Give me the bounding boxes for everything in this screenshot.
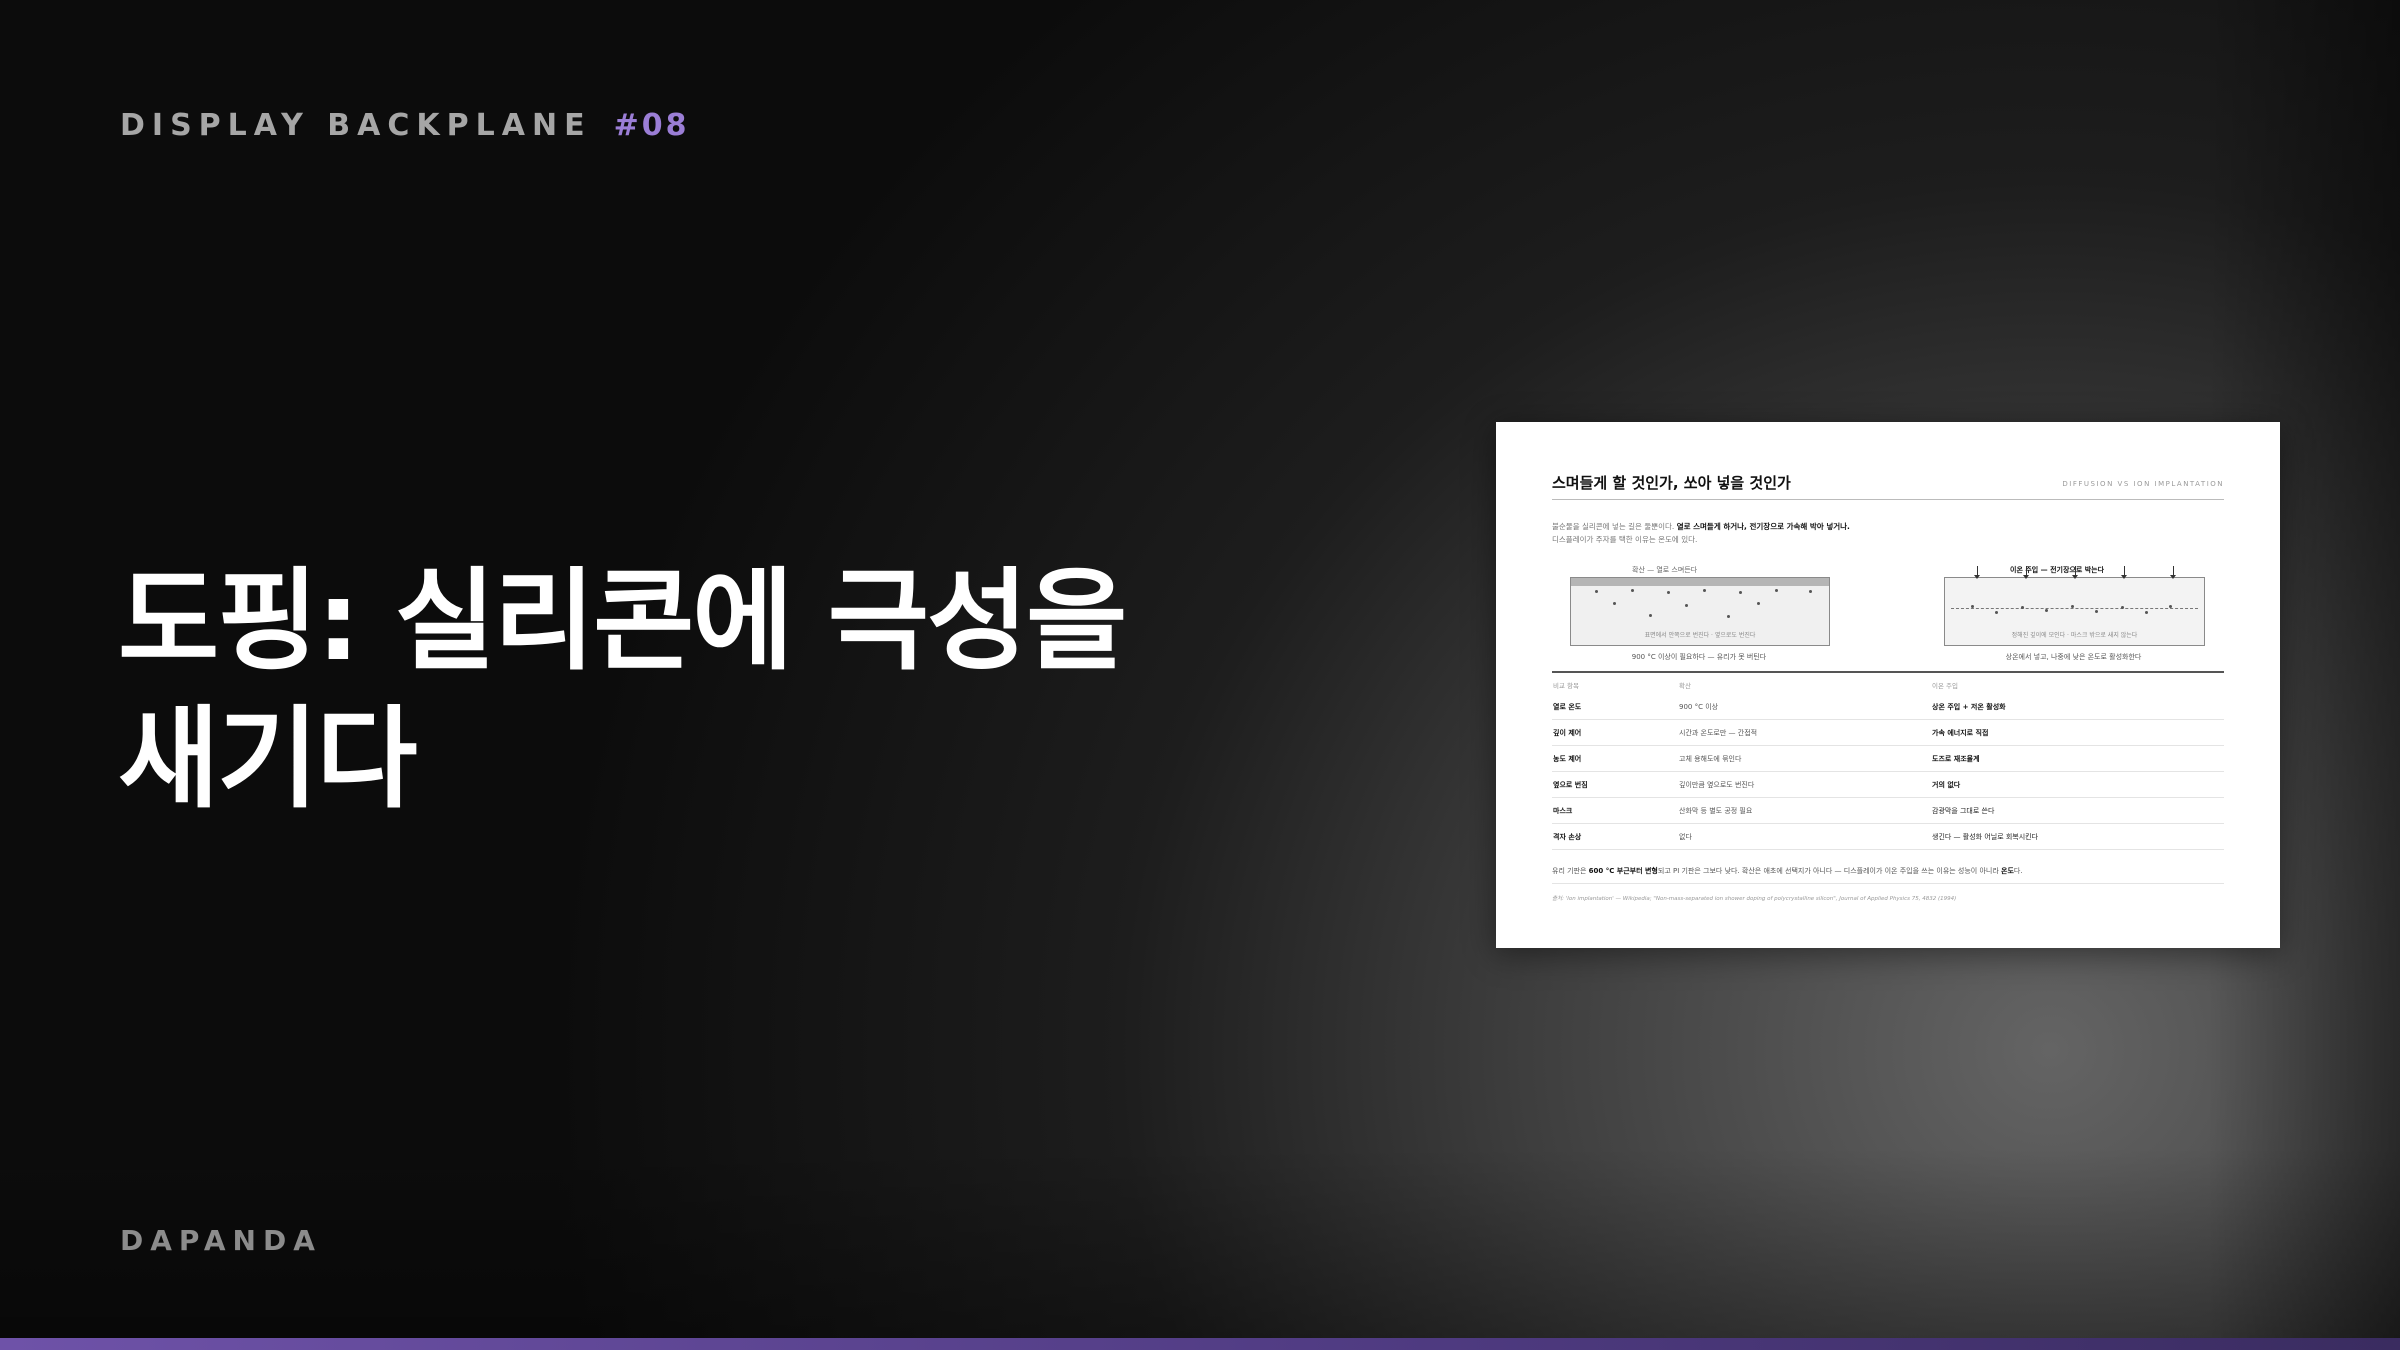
dopant-dot bbox=[1613, 602, 1616, 605]
summary-bold: 온도 bbox=[2001, 867, 2014, 875]
row-implant-text: 감광막을 그대로 쓴다 bbox=[1932, 806, 1995, 815]
row-implant-bold: 가속 에너지로 직접 bbox=[1932, 728, 1989, 737]
table-header: 비교 항목 bbox=[1553, 682, 1579, 690]
dopant-dot bbox=[1809, 590, 1812, 593]
ion-beam-arrow bbox=[2170, 566, 2176, 579]
table-header: 이온 주입 bbox=[1932, 682, 1958, 690]
row-key: 깊이 제어 bbox=[1552, 719, 1678, 746]
dopant-dot bbox=[1775, 589, 1778, 592]
summary-rule bbox=[1552, 883, 2224, 884]
row-implant: 가속 에너지로 직접 bbox=[1931, 719, 2224, 746]
dopant-dot bbox=[2071, 605, 2074, 608]
dopant-dot bbox=[2095, 610, 2098, 613]
row-key: 마스크 bbox=[1552, 797, 1678, 824]
row-key: 옆으로 번짐 bbox=[1552, 771, 1678, 798]
row-implant: 거의 없다 bbox=[1931, 771, 2224, 798]
dopant-dot bbox=[1649, 614, 1652, 617]
slide-summary: 유리 기판은 600 °C 부근부터 변형되고 PI 기판은 그보다 낮다. 확… bbox=[1552, 866, 2232, 876]
table-row: 옆으로 번짐 깊이만큼 옆으로도 번진다 거의 없다 bbox=[1552, 771, 2224, 798]
ion-beam-arrow bbox=[1974, 566, 1980, 579]
slide-source: 출처: 'Ion implantation' — Wikipedia; "Non… bbox=[1552, 896, 1957, 902]
ion-beam-arrow bbox=[2121, 566, 2127, 579]
row-implant-text: 생긴다 — 활성화 어닐로 회복시킨다 bbox=[1932, 832, 2039, 841]
row-implant: 도즈로 재조율계 bbox=[1931, 745, 2224, 772]
diffusion-inner-note: 표면에서 안쪽으로 번진다 · 옆으로도 번진다 bbox=[1644, 632, 1756, 639]
dopant-dot bbox=[2121, 606, 2124, 609]
series-number: #08 bbox=[613, 108, 690, 143]
diffusion-panel-label: 확산 — 열로 스며든다 bbox=[1632, 566, 1698, 574]
implant-caption: 상온에서 넣고, 나중에 낮은 온도로 활성화한다 bbox=[2005, 653, 2142, 661]
row-implant: 감광막을 그대로 쓴다 bbox=[1931, 797, 2224, 824]
intro-lead: 불순물을 실리콘에 넣는 길은 둘뿐이다. bbox=[1552, 522, 1675, 531]
row-key: 열로 온도 bbox=[1552, 694, 1678, 720]
ion-beam-arrow bbox=[2023, 566, 2029, 579]
row-implant-bold: 도즈로 재조율계 bbox=[1932, 754, 1980, 763]
row-implant: 생긴다 — 활성화 어닐로 회복시킨다 bbox=[1931, 823, 2224, 850]
dopant-dot bbox=[1685, 604, 1688, 607]
dopant-dot bbox=[1739, 591, 1742, 594]
implant-inner-note: 정해진 깊이에 모인다 · 마스크 밖으로 새지 않는다 bbox=[2011, 632, 2138, 639]
summary-part: 되고 PI 기판은 그보다 낮다. 확산은 애초에 선택지가 아니다 — 디스플… bbox=[1657, 867, 1999, 875]
summary-part: 다. bbox=[2013, 867, 2023, 875]
dopant-dot bbox=[1703, 589, 1706, 592]
dopant-dot bbox=[1595, 590, 1598, 593]
row-diffusion: 시간과 온도로만 — 간접적 bbox=[1678, 719, 1931, 746]
table-top-rule bbox=[1552, 671, 2224, 673]
table-row: 마스크 산화막 등 별도 공정 필요 감광막을 그대로 쓴다 bbox=[1552, 797, 2224, 824]
diffusion-surface-band bbox=[1571, 578, 1829, 586]
row-diffusion: 없다 bbox=[1678, 823, 1931, 850]
intro-line-2: 디스플레이가 주자를 택한 이유는 온도에 있다. bbox=[1552, 535, 1698, 544]
dopant-dot bbox=[1727, 615, 1730, 618]
diffusion-caption: 900 °C 이상이 필요하다 — 유리가 못 버틴다 bbox=[1631, 653, 1767, 661]
table-row: 격자 손상 없다 생긴다 — 활성화 어닐로 회복시킨다 bbox=[1552, 823, 2224, 850]
row-key: 격자 손상 bbox=[1552, 823, 1678, 850]
implant-diagram: 정해진 깊이에 모인다 · 마스크 밖으로 새지 않는다 bbox=[1944, 566, 2205, 646]
slide-thumbnail: 스며들게 할 것인가, 쏘아 넣을 것인가 DIFFUSION VS ION I… bbox=[1496, 422, 2280, 948]
row-diffusion: 900 °C 이상 bbox=[1678, 694, 1931, 720]
dopant-dot bbox=[1995, 611, 1998, 614]
intro-strong: 열로 스며들게 하거나, 전기장으로 가속해 박아 넣거나. bbox=[1676, 522, 1850, 531]
dopant-dot bbox=[2145, 611, 2148, 614]
headline-line-2: 새기다 bbox=[118, 695, 418, 823]
dopant-dot bbox=[1971, 605, 1974, 608]
dopant-dot bbox=[2021, 606, 2024, 609]
slide-intro: 불순물을 실리콘에 넣는 길은 둘뿐이다. 열로 스며들게 하거나, 전기장으로… bbox=[1552, 520, 2192, 546]
projected-range-line bbox=[1951, 608, 2198, 609]
table-row: 열로 온도 900 °C 이상 상온 주입 + 저온 활성화 bbox=[1552, 694, 2224, 720]
comparison-table: 비교 항목 확산 이온 주입 열로 온도 900 °C 이상 상온 주입 + 저… bbox=[1552, 676, 2224, 850]
dopant-dot bbox=[2045, 609, 2048, 612]
slide-tag: DIFFUSION VS ION IMPLANTATION bbox=[2062, 480, 2224, 488]
bottom-accent-bar bbox=[0, 1338, 2400, 1350]
series-title: DISPLAY BACKPLANE bbox=[120, 108, 592, 143]
summary-bold: 600 °C 부근부터 변형 bbox=[1588, 867, 1658, 875]
row-diffusion: 산화막 등 별도 공정 필요 bbox=[1678, 797, 1931, 824]
table-header-row: 비교 항목 확산 이온 주입 bbox=[1552, 676, 2224, 694]
headline: 도핑: 실리콘에 극성을 새기다 bbox=[118, 552, 1258, 828]
diffusion-diagram: 표면에서 안쪽으로 번진다 · 옆으로도 번진다 bbox=[1570, 577, 1830, 646]
row-diffusion: 깊이만큼 옆으로도 번진다 bbox=[1678, 771, 1931, 798]
slide-title: 스며들게 할 것인가, 쏘아 넣을 것인가 bbox=[1552, 474, 1791, 492]
implant-panel-label: 이온 주입 — 전기장으로 박는다 bbox=[2010, 566, 2105, 574]
table-header: 확산 bbox=[1679, 682, 1691, 690]
dopant-dot bbox=[2169, 605, 2172, 608]
row-implant: 상온 주입 + 저온 활성화 bbox=[1931, 694, 2224, 720]
headline-line-1: 도핑: 실리콘에 극성을 bbox=[118, 557, 1127, 685]
row-implant-bold: 상온 주입 + 저온 활성화 bbox=[1932, 702, 2006, 711]
dopant-dot bbox=[1757, 602, 1760, 605]
row-diffusion: 고체 용해도에 묶인다 bbox=[1678, 745, 1931, 772]
slide-title-rule bbox=[1552, 499, 2224, 500]
table-row: 농도 제어 고체 용해도에 묶인다 도즈로 재조율계 bbox=[1552, 745, 2224, 772]
dopant-dot bbox=[1631, 589, 1634, 592]
brand-name: DAPANDA bbox=[120, 1224, 322, 1257]
ion-beam-arrow bbox=[2072, 566, 2078, 579]
series-label: DISPLAY BACKPLANE #08 bbox=[120, 108, 689, 143]
dopant-dot bbox=[1667, 591, 1670, 594]
row-implant-bold: 거의 없다 bbox=[1932, 780, 1961, 789]
summary-part: 유리 기판은 bbox=[1552, 867, 1587, 875]
row-key: 농도 제어 bbox=[1552, 745, 1678, 772]
table-row: 깊이 제어 시간과 온도로만 — 간접적 가속 에너지로 직접 bbox=[1552, 719, 2224, 746]
